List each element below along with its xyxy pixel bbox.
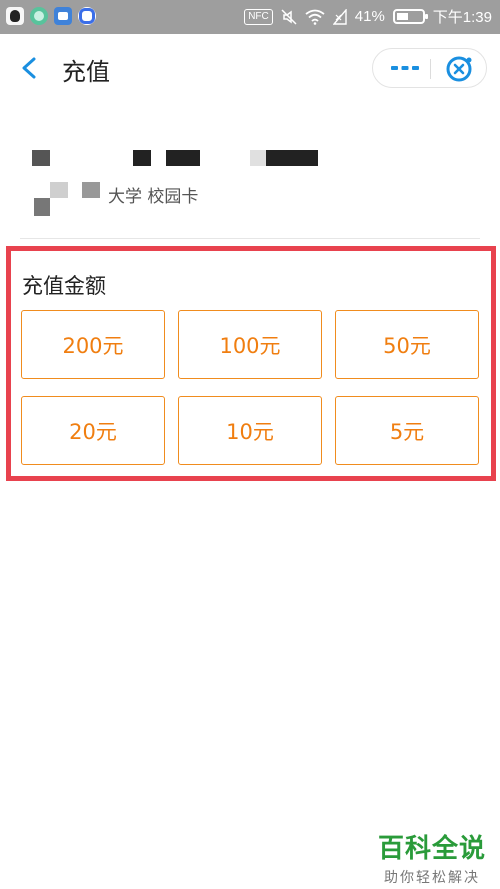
amount-option-50[interactable]: 50元 bbox=[335, 310, 479, 379]
amount-option-20[interactable]: 20元 bbox=[21, 396, 165, 465]
signal-icon bbox=[332, 8, 347, 25]
miniapp-capsule bbox=[372, 48, 487, 88]
capsule-divider bbox=[430, 59, 431, 79]
browser-q-icon bbox=[78, 7, 96, 25]
wifi-icon bbox=[305, 9, 325, 25]
clock: 下午1:39 bbox=[432, 9, 492, 26]
battery-icon bbox=[392, 9, 428, 24]
watermark-subtitle: 助你轻松解决 bbox=[383, 870, 480, 886]
campus-card-info: 大学 校园卡 bbox=[20, 120, 480, 238]
page-title: 充值 bbox=[62, 58, 110, 86]
more-icon[interactable] bbox=[385, 53, 425, 83]
amount-option-200[interactable]: 200元 bbox=[21, 310, 165, 379]
battery-percent: 41% bbox=[354, 8, 385, 25]
divider bbox=[20, 238, 480, 239]
mute-icon bbox=[281, 8, 297, 25]
amount-section-title: 充值金额 bbox=[22, 274, 106, 298]
nfc-indicator: NFC bbox=[244, 8, 273, 25]
qq-icon bbox=[6, 7, 24, 25]
notification-icons bbox=[6, 7, 96, 25]
watermark-title: 百科全说 bbox=[377, 834, 486, 864]
nav-bar: 充值 bbox=[0, 34, 500, 102]
status-bar: NFC 41% 下午1:39 bbox=[0, 0, 500, 34]
chat-bubble-icon bbox=[30, 7, 48, 25]
back-arrow-icon[interactable] bbox=[16, 54, 44, 82]
amount-option-10[interactable]: 10元 bbox=[178, 396, 322, 465]
card-name: 大学 校园卡 bbox=[108, 187, 199, 207]
close-miniapp-icon[interactable] bbox=[444, 54, 474, 84]
amount-option-5[interactable]: 5元 bbox=[335, 396, 479, 465]
system-status: NFC 41% 下午1:39 bbox=[244, 6, 492, 27]
mail-icon bbox=[54, 7, 72, 25]
amount-option-100[interactable]: 100元 bbox=[178, 310, 322, 379]
watermark: 百科全说 助你轻松解决 bbox=[378, 828, 486, 887]
